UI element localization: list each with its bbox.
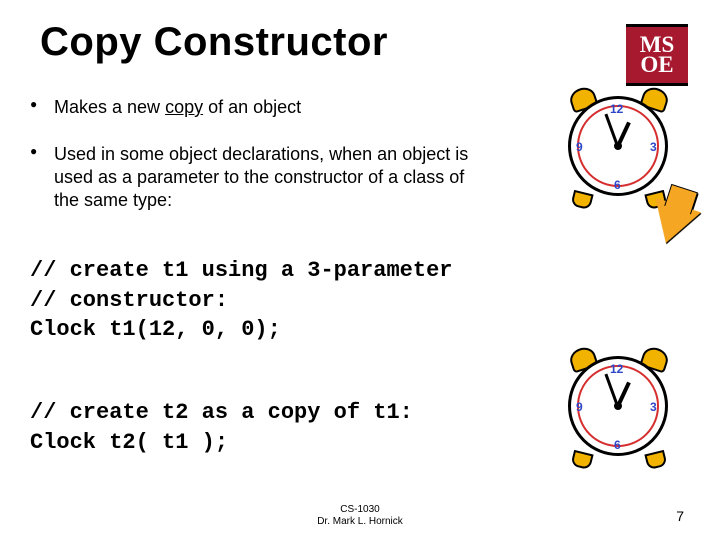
- footer: CS-1030 Dr. Mark L. Hornick: [0, 504, 720, 528]
- clock-illustration-1: 12 3 6 9: [558, 92, 678, 216]
- numeral-9: 9: [576, 400, 583, 414]
- bullet-1-post: of an object: [203, 97, 301, 117]
- clock-illustration-2: 12 3 6 9: [558, 352, 678, 476]
- slide: Copy Constructor MS OE Makes a new copy …: [0, 0, 720, 540]
- logo-line2: OE: [640, 55, 673, 75]
- code-block-2: // create t2 as a copy of t1: Clock t2( …: [30, 398, 505, 457]
- footer-author: Dr. Mark L. Hornick: [0, 516, 720, 528]
- numeral-3: 3: [650, 140, 657, 154]
- page-number: 7: [676, 508, 684, 524]
- bullet-1-underlined: copy: [165, 97, 203, 117]
- bullet-2: Used in some object declarations, when a…: [30, 143, 470, 212]
- footer-course: CS-1030: [0, 504, 720, 516]
- numeral-12: 12: [610, 362, 623, 376]
- bullet-1-pre: Makes a new: [54, 97, 165, 117]
- numeral-6: 6: [614, 178, 621, 192]
- numeral-3: 3: [650, 400, 657, 414]
- numeral-9: 9: [576, 140, 583, 154]
- code-block-1: // create t1 using a 3-parameter // cons…: [30, 256, 590, 345]
- arrow-icon: [643, 198, 701, 251]
- bullet-list: Makes a new copy of an object Used in so…: [30, 96, 470, 236]
- slide-title: Copy Constructor: [40, 20, 388, 65]
- bullet-1: Makes a new copy of an object: [30, 96, 470, 119]
- msoe-logo: MS OE: [626, 24, 688, 86]
- numeral-12: 12: [610, 102, 623, 116]
- numeral-6: 6: [614, 438, 621, 452]
